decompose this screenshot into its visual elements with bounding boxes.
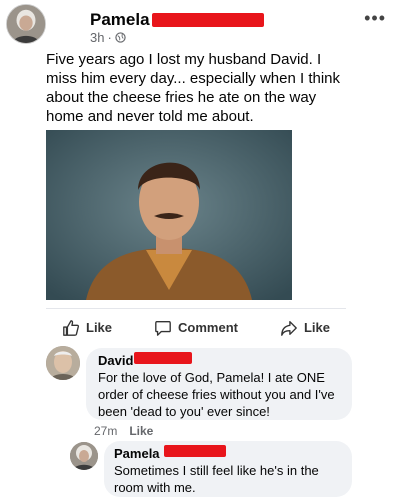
avatar[interactable] xyxy=(70,442,98,470)
redaction-bar xyxy=(152,13,264,27)
post-photo[interactable] xyxy=(46,130,292,300)
action-bar: Like Comment Like xyxy=(46,308,346,338)
like-button[interactable]: Like xyxy=(62,319,112,337)
comment-author[interactable]: Pamela xyxy=(114,446,342,461)
comment-bubble: David For the love of God, Pamela! I ate… xyxy=(86,348,352,420)
redaction-bar xyxy=(164,445,226,457)
portrait-photo-icon xyxy=(46,130,292,300)
comment-text: Sometimes I still feel like he's in the … xyxy=(114,463,319,495)
post-time[interactable]: 3h xyxy=(90,30,104,45)
avatar-photo-icon xyxy=(7,5,45,43)
comment-like-button[interactable]: Like xyxy=(129,424,153,438)
comment-bubble: Pamela Sometimes I still feel like he's … xyxy=(104,441,352,497)
comment-icon xyxy=(155,320,171,336)
like-label: Like xyxy=(86,320,113,335)
share-label: Like xyxy=(303,320,330,335)
share-arrow-icon xyxy=(281,320,297,336)
avatar-photo-icon xyxy=(70,442,98,470)
avatar[interactable] xyxy=(46,346,80,380)
redaction-bar xyxy=(134,352,192,364)
comment-text: For the love of God, Pamela! I ate ONE o… xyxy=(98,370,335,419)
avatar-photo-icon xyxy=(46,346,80,380)
post-meta: 3h · xyxy=(90,30,126,45)
comment-button[interactable]: Comment xyxy=(154,319,238,337)
author-name[interactable]: Pamela xyxy=(90,10,150,30)
comment-time[interactable]: 27m xyxy=(94,424,117,438)
globe-icon xyxy=(115,32,126,43)
comment-meta: 27m Like xyxy=(94,424,153,438)
more-options-icon[interactable]: ••• xyxy=(364,8,386,29)
post-header: Pamela 3h · ••• xyxy=(6,4,400,45)
post-text: Five years ago I lost my husband David. … xyxy=(46,51,341,125)
thumbs-up-icon xyxy=(63,319,80,336)
share-button[interactable]: Like xyxy=(280,319,330,337)
meta-separator: · xyxy=(107,30,112,45)
comment-label: Comment xyxy=(178,320,238,335)
avatar[interactable] xyxy=(6,4,46,44)
